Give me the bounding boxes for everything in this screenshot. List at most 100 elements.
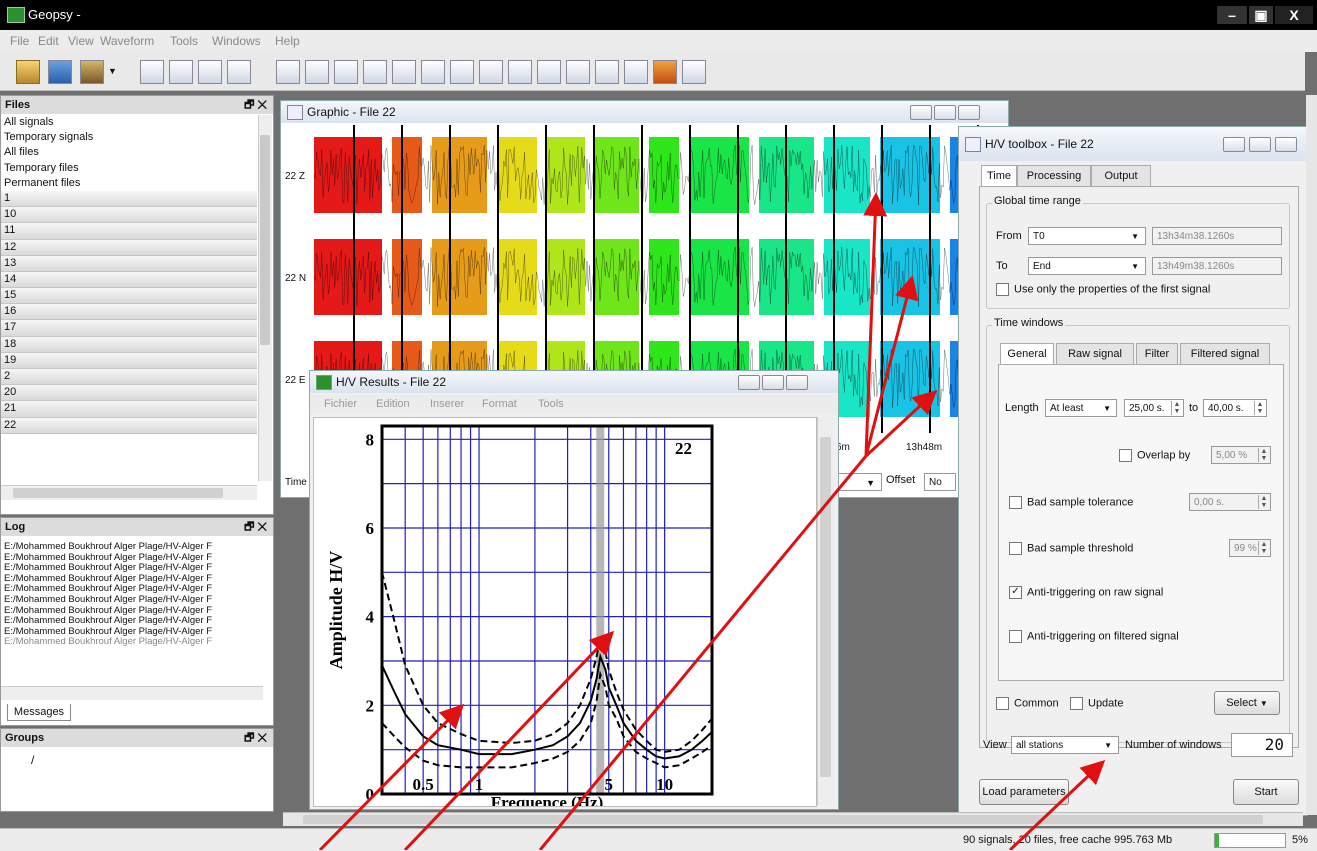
list-item[interactable]: 15 [1, 288, 257, 305]
group-item[interactable]: / [31, 753, 34, 767]
tab-messages[interactable]: Messages [7, 704, 71, 721]
list-item[interactable]: 14 [1, 271, 257, 289]
maximize-button[interactable] [934, 105, 956, 120]
tab-general[interactable]: General [1000, 343, 1054, 365]
from-dropdown[interactable]: T0 ▼ [1028, 227, 1146, 245]
save-icon[interactable] [48, 60, 72, 84]
close-icon[interactable]: 🗗 ✕ [244, 729, 267, 747]
view-dropdown[interactable]: all stations ▼ [1011, 736, 1119, 754]
menu-inserer[interactable]: Inserer [430, 398, 464, 410]
menu-windows[interactable]: Windows [212, 34, 261, 48]
table-icon[interactable] [140, 60, 164, 84]
list-item[interactable]: 18 [1, 336, 257, 353]
common-checkbox[interactable]: Common [996, 697, 1059, 710]
minimize-button[interactable] [1223, 137, 1245, 152]
anti-filtered-checkbox[interactable]: Anti-triggering on filtered signal [1009, 630, 1179, 643]
color-icon[interactable] [653, 60, 677, 84]
bad-threshold-spinbox[interactable]: 99 % ▲ ▼ [1229, 539, 1271, 557]
waveform-icon[interactable] [305, 60, 329, 84]
start-button[interactable]: Start [1233, 779, 1299, 805]
menu-tools[interactable]: Tools [538, 398, 564, 410]
spin-arrows-icon[interactable]: ▲ ▼ [1258, 495, 1269, 509]
checkbox-box[interactable] [1119, 449, 1132, 462]
chart-icon[interactable] [227, 60, 251, 84]
scrollbar-thumb[interactable] [13, 488, 223, 498]
scrollbar-thumb[interactable] [303, 815, 1263, 824]
list-item[interactable]: 12 [1, 239, 257, 256]
list-item[interactable]: 10 [1, 207, 257, 224]
structure-icon[interactable] [624, 60, 648, 84]
map-icon[interactable] [198, 60, 222, 84]
list-item[interactable]: Temporary files [1, 161, 257, 176]
spin-arrows-icon[interactable]: ▲ ▼ [1258, 541, 1269, 555]
menu-help[interactable]: Help [275, 34, 300, 48]
close-button[interactable]: X [1275, 6, 1313, 24]
list-item[interactable]: 17 [1, 320, 257, 337]
vertical-scrollbar[interactable] [258, 115, 272, 481]
list-item[interactable]: 19 [1, 352, 257, 369]
menu-edition[interactable]: Edition [376, 398, 410, 410]
load-icon[interactable] [80, 60, 104, 84]
spectrum-icon[interactable] [276, 60, 300, 84]
close-icon[interactable]: 🗗 ✕ [244, 518, 267, 536]
list-item[interactable]: 22 [1, 417, 257, 434]
linear-icon[interactable] [595, 60, 619, 84]
menu-fichier[interactable]: Fichier [324, 398, 357, 410]
tab-filter[interactable]: Filter [1136, 343, 1178, 364]
list-item[interactable]: Permanent files [1, 176, 257, 191]
tab-time[interactable]: Time [981, 165, 1017, 187]
offset-field[interactable]: No [924, 473, 956, 491]
minimize-button[interactable] [738, 375, 760, 390]
pick-icon[interactable] [421, 60, 445, 84]
maximize-button[interactable] [762, 375, 784, 390]
menu-waveform[interactable]: Waveform [100, 34, 154, 48]
checkbox-box[interactable] [1009, 542, 1022, 555]
minimize-button[interactable] [910, 105, 932, 120]
first-signal-checkbox[interactable]: Use only the properties of the first sig… [996, 283, 1210, 296]
checkbox-box[interactable] [1009, 496, 1022, 509]
select-button[interactable]: Select ▼ [1214, 691, 1280, 715]
load-parameters-button[interactable]: Load parameters [979, 779, 1069, 805]
tab-raw-signal[interactable]: Raw signal [1056, 343, 1134, 364]
maximize-button[interactable]: ▣ [1249, 6, 1273, 24]
list-item[interactable]: Temporary signals [1, 130, 257, 145]
close-button[interactable] [958, 105, 980, 120]
tab-processing[interactable]: Processing [1017, 165, 1091, 186]
close-button[interactable] [1275, 137, 1297, 152]
menu-view[interactable]: View [68, 34, 94, 48]
list-item[interactable]: 2 [1, 369, 257, 386]
list-item[interactable]: 13 [1, 255, 257, 272]
bad-tolerance-checkbox[interactable]: Bad sample tolerance [1009, 496, 1133, 509]
bad-tolerance-spinbox[interactable]: 0,00 s. ▲ ▼ [1189, 493, 1271, 511]
length-mode-dropdown[interactable]: At least ▼ [1045, 399, 1117, 417]
scrollbar-thumb[interactable] [820, 437, 831, 777]
hv-icon[interactable] [479, 60, 503, 84]
vertical-scrollbar[interactable] [817, 417, 834, 805]
checkbox-box[interactable] [996, 697, 1009, 710]
main-vertical-scrollbar[interactable] [1306, 95, 1317, 815]
menu-tools[interactable]: Tools [170, 34, 198, 48]
fk-icon[interactable] [537, 60, 561, 84]
length-max-spinbox[interactable]: 40,00 s. ▲ ▼ [1203, 399, 1267, 417]
main-horizontal-scrollbar[interactable] [283, 812, 1303, 826]
horizontal-scrollbar[interactable] [1, 485, 257, 500]
list-item[interactable]: All signals [1, 115, 257, 130]
list-item[interactable]: 21 [1, 401, 257, 418]
rms-icon[interactable] [450, 60, 474, 84]
checkbox-box[interactable] [996, 283, 1009, 296]
checkbox-box[interactable] [1070, 697, 1083, 710]
horizontal-scrollbar[interactable] [1, 686, 263, 700]
to-dropdown[interactable]: End ▼ [1028, 257, 1146, 275]
grid-icon[interactable] [334, 60, 358, 84]
list-item[interactable]: 20 [1, 385, 257, 402]
length-min-spinbox[interactable]: 25,00 s. ▲ ▼ [1124, 399, 1184, 417]
filter-icon[interactable] [363, 60, 387, 84]
rotate-icon[interactable] [508, 60, 532, 84]
menu-edit[interactable]: Edit [38, 34, 59, 48]
export-icon[interactable] [682, 60, 706, 84]
anti-raw-checkbox[interactable]: ✓ Anti-triggering on raw signal [1009, 586, 1163, 599]
spin-arrows-icon[interactable]: ▲ ▼ [1258, 448, 1269, 462]
maximize-button[interactable] [1249, 137, 1271, 152]
scrollbar-thumb[interactable] [260, 135, 270, 345]
cut-icon[interactable] [392, 60, 416, 84]
